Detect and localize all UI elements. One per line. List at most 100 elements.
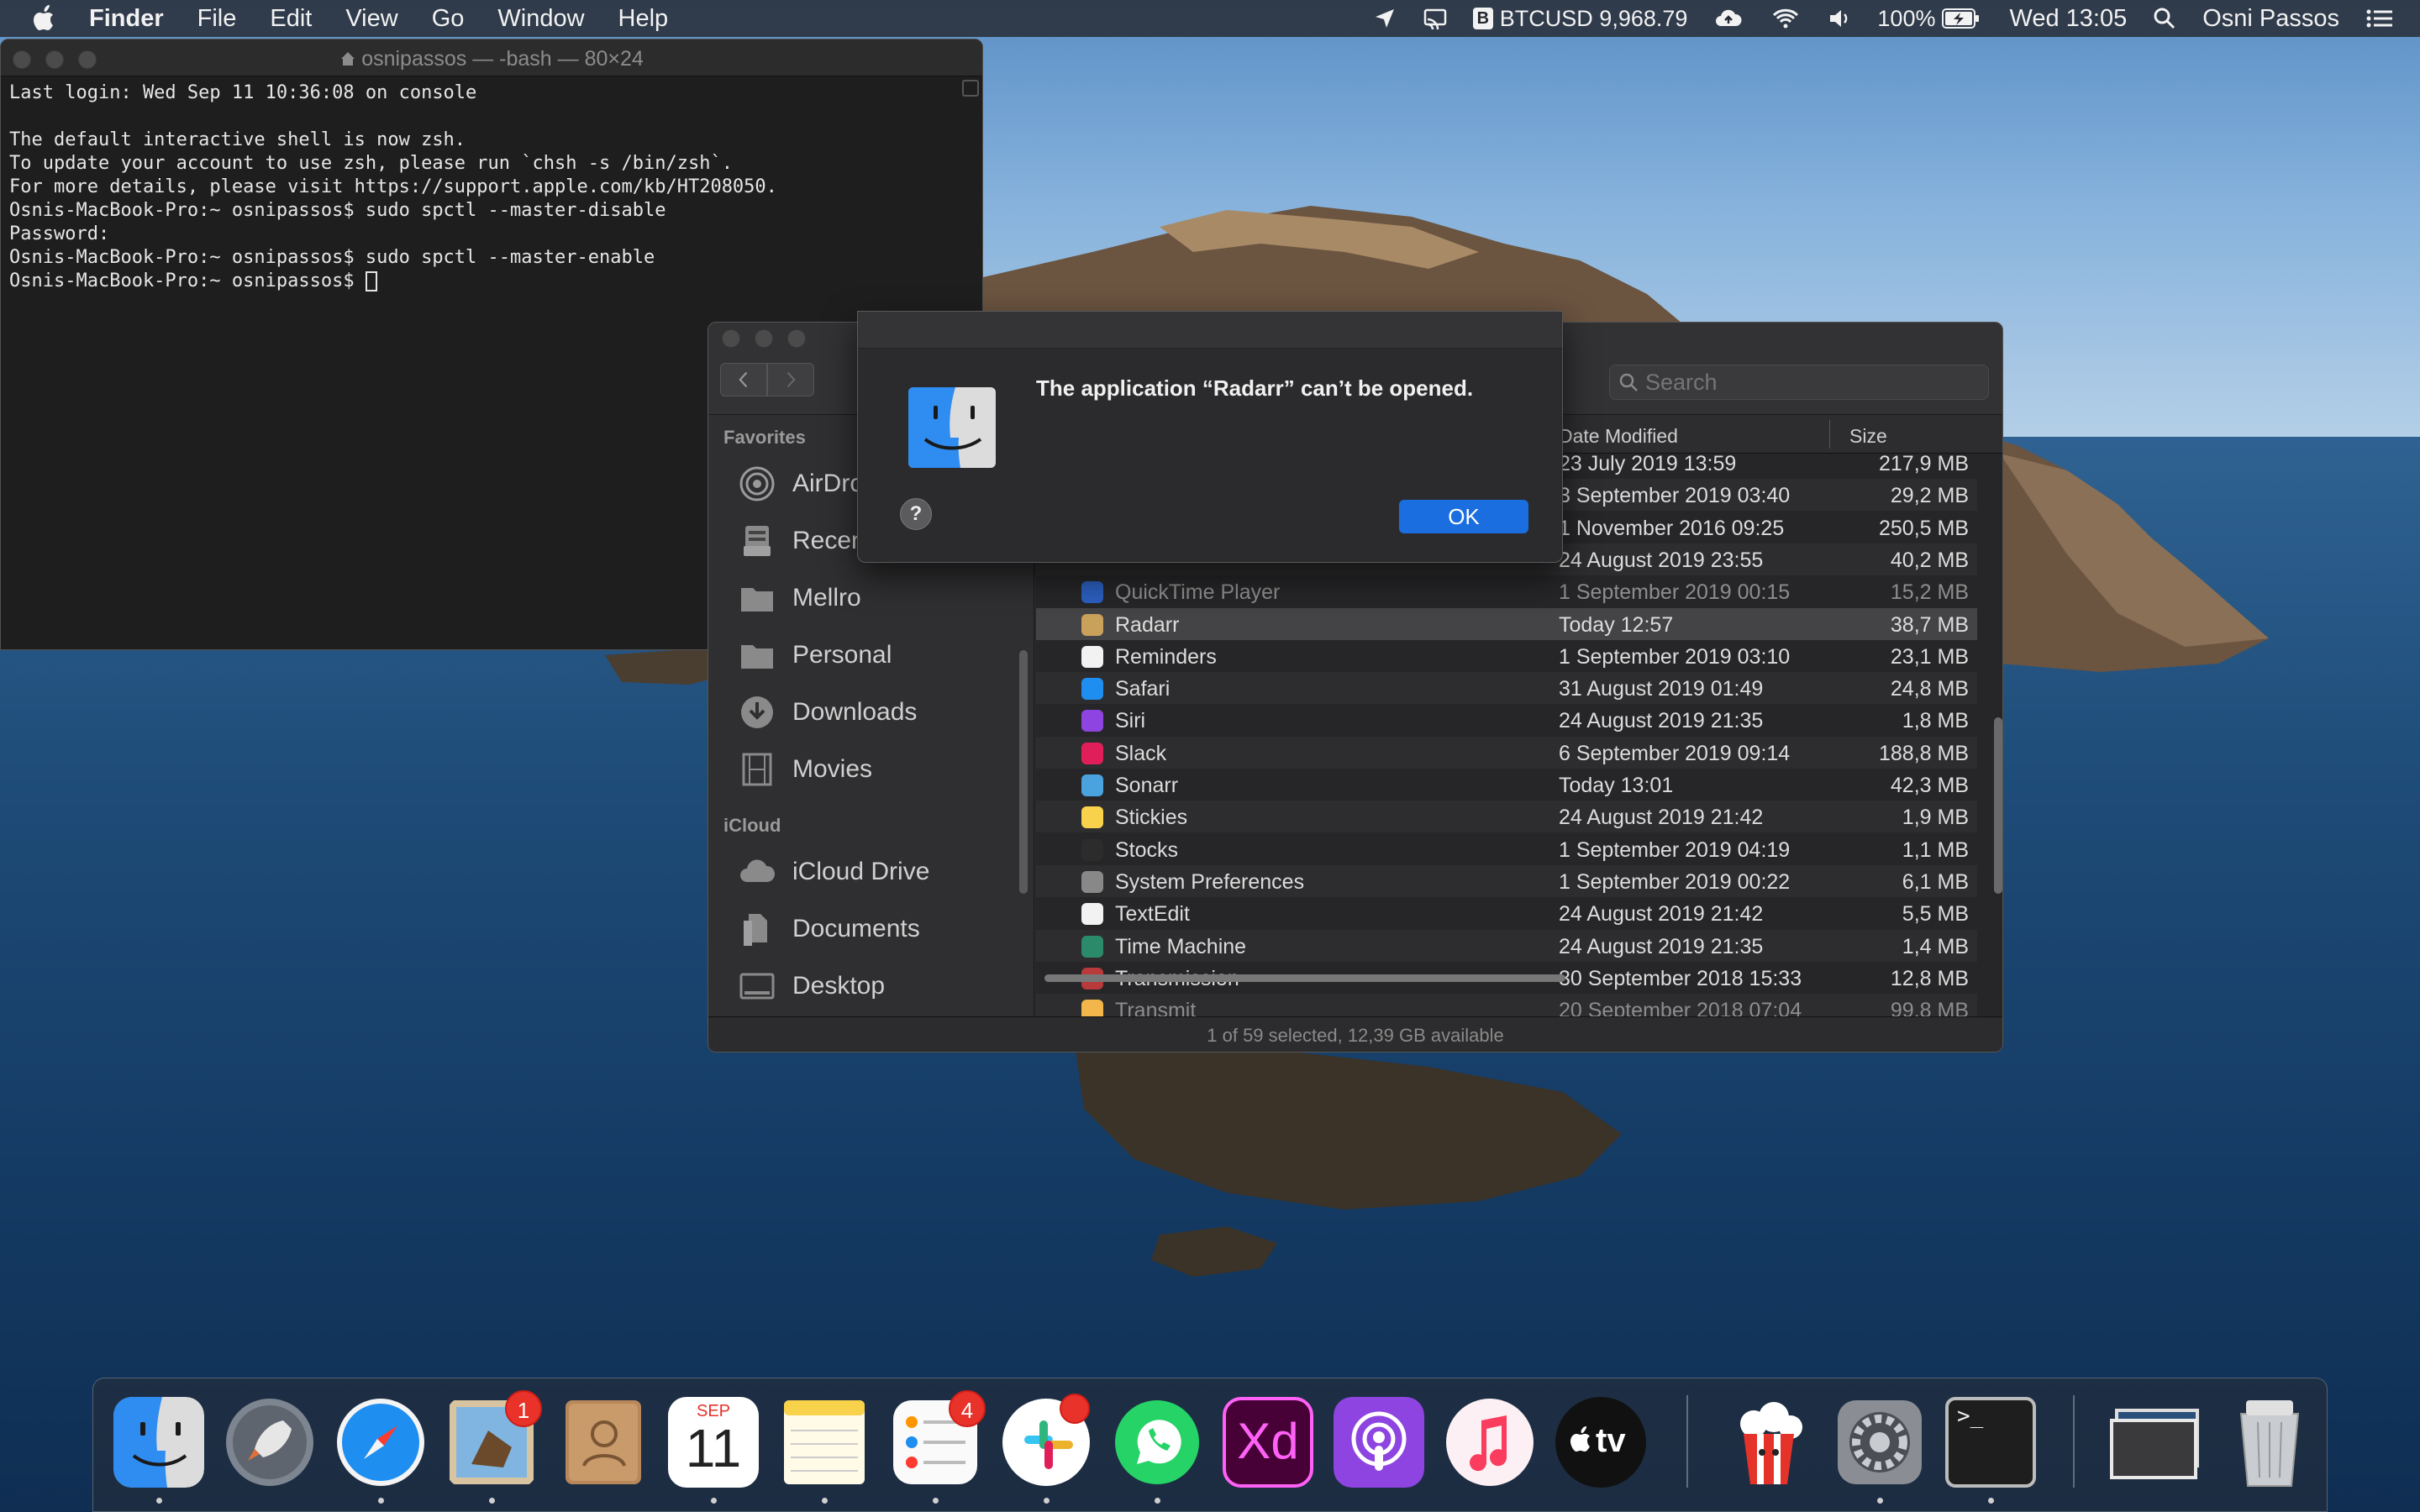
sidebar-item-label: iCloud Drive — [792, 858, 930, 885]
airplay-icon[interactable] — [1423, 6, 1448, 31]
zoom-button[interactable] — [787, 329, 806, 348]
toolbar-toggle-icon[interactable] — [962, 80, 979, 97]
sidebar-item-label: Documents — [792, 915, 920, 942]
file-row[interactable]: TextEdit 24 August 2019 21:42 5,5 MB — [1036, 897, 1977, 929]
file-row[interactable]: QuickTime Player 1 September 2019 00:15 15… — [1036, 575, 1977, 607]
file-row[interactable]: Stocks 1 September 2019 04:19 1,1 MB — [1036, 833, 1977, 865]
file-row[interactable]: Time Machine 24 August 2019 21:35 1,4 MB — [1036, 929, 1977, 962]
spotlight-search-icon[interactable] — [2152, 6, 2177, 31]
dock-notes[interactable] — [779, 1397, 870, 1504]
file-row[interactable]: Safari 31 August 2019 01:49 24,8 MB — [1036, 672, 1977, 705]
dock-slack[interactable] — [1001, 1394, 1092, 1504]
file-size: 23,1 MB — [1890, 644, 1969, 669]
search-field[interactable] — [1609, 365, 1989, 400]
dock-adobe-xd[interactable]: Xd — [1223, 1397, 1313, 1488]
btc-ticker[interactable]: B BTCUSD 9,968.79 — [1472, 6, 1687, 32]
menu-edit[interactable]: Edit — [270, 5, 312, 33]
dock-mail[interactable]: 1 — [446, 1390, 542, 1504]
dock-popcorn-time[interactable] — [1723, 1397, 1814, 1488]
battery-percent[interactable]: 100% — [1877, 6, 1935, 32]
dock-calendar[interactable]: SEP 11 — [668, 1397, 759, 1504]
dock-contacts[interactable] — [557, 1397, 648, 1488]
sidebar-item-label: Movies — [792, 755, 873, 783]
dock-trash[interactable] — [2224, 1397, 2315, 1488]
minimize-button[interactable] — [755, 329, 773, 348]
sidebar-scrollbar[interactable] — [1019, 650, 1028, 894]
apple-menu-icon[interactable] — [34, 4, 57, 33]
menu-bar: Finder File Edit View Go Window Help B B… — [0, 0, 2420, 37]
sidebar-item-movies[interactable]: Movies — [708, 741, 1034, 798]
dock-safari[interactable] — [335, 1397, 426, 1504]
file-row[interactable]: Stickies 24 August 2019 21:42 1,9 MB — [1036, 801, 1977, 833]
file-name: TextEdit — [1115, 902, 1190, 927]
cloud-upload-icon[interactable] — [1712, 6, 1744, 31]
column-header-size[interactable]: Size — [1849, 425, 1887, 448]
file-date: 1 September 2019 03:10 — [1559, 644, 1791, 669]
chevron-left-icon — [739, 371, 748, 388]
file-row[interactable]: Radarr Today 12:57 38,7 MB — [1036, 607, 1977, 640]
menu-app-name[interactable]: Finder — [89, 5, 164, 33]
dock-finder[interactable] — [113, 1397, 204, 1504]
terminal-titlebar[interactable]: osnipassos — -bash — 80×24 — [1, 39, 982, 97]
documents-icon — [744, 914, 767, 946]
menu-help[interactable]: Help — [618, 5, 669, 33]
dock-downloads-stack[interactable] — [2107, 1397, 2207, 1488]
battery-charging-icon[interactable] — [1942, 8, 1981, 29]
menu-window[interactable]: Window — [497, 5, 584, 33]
sidebar-item-personal[interactable]: Personal — [708, 627, 1034, 684]
finder-icon — [908, 387, 996, 468]
file-size: 1,1 MB — [1902, 837, 1969, 862]
file-row[interactable]: System Preferences 1 September 2019 00:22… — [1036, 864, 1977, 897]
notification-center-icon[interactable] — [2365, 6, 2395, 31]
help-button[interactable]: ? — [900, 498, 932, 530]
user-name[interactable]: Osni Passos — [2202, 5, 2339, 33]
column-header-date[interactable]: Date Modified — [1559, 425, 1678, 448]
ok-button[interactable]: OK — [1399, 500, 1528, 533]
sidebar-item-mellro[interactable]: Mellro — [708, 570, 1034, 627]
menu-go[interactable]: Go — [432, 5, 465, 33]
search-icon — [1619, 373, 1638, 391]
dock-podcasts[interactable] — [1334, 1397, 1424, 1488]
file-row[interactable]: Sonarr Today 13:01 42,3 MB — [1036, 769, 1977, 801]
terminal-prompt-line[interactable]: Osnis-MacBook-Pro:~ osnipassos$ — [9, 270, 974, 293]
dock-reminders[interactable]: 4 — [890, 1390, 986, 1504]
file-row[interactable]: Transmit 20 September 2018 07:04 99,8 MB — [1036, 994, 1977, 1016]
close-button[interactable] — [722, 329, 740, 348]
search-input[interactable] — [1645, 369, 1965, 396]
dock-music[interactable] — [1444, 1397, 1535, 1488]
sidebar-item-desktop[interactable]: Desktop — [708, 958, 1034, 1015]
rocket-icon — [226, 1399, 313, 1486]
dock-terminal[interactable]: >_ — [1945, 1397, 2036, 1504]
sidebar-item-downloads[interactable]: Downloads — [708, 684, 1034, 741]
forward-button[interactable] — [767, 363, 814, 396]
app-icon — [1081, 903, 1103, 926]
alert-dialog[interactable]: The application “Radarr” can’t be opened… — [857, 311, 1563, 563]
dock-whatsapp[interactable] — [1112, 1397, 1202, 1504]
clock[interactable]: Wed 13:05 — [2009, 5, 2127, 33]
dock-launchpad[interactable] — [224, 1397, 315, 1488]
sidebar-item-icloud-drive[interactable]: iCloud Drive — [708, 843, 1034, 900]
location-arrow-icon[interactable] — [1372, 6, 1397, 31]
file-row[interactable]: Slack 6 September 2019 09:14 188,8 MB — [1036, 736, 1977, 769]
wifi-icon[interactable] — [1770, 6, 1802, 31]
file-name: Reminders — [1115, 644, 1217, 669]
dock-apple-tv[interactable]: tv — [1555, 1397, 1646, 1488]
menu-view[interactable]: View — [345, 5, 397, 33]
horizontal-scrollbar[interactable] — [1044, 974, 1565, 982]
folder-icon — [741, 588, 773, 612]
vertical-scrollbar[interactable] — [1994, 717, 2002, 894]
dock-system-preferences[interactable] — [1834, 1397, 1925, 1504]
file-row[interactable]: Siri 24 August 2019 21:35 1,8 MB — [1036, 704, 1977, 736]
text-cursor — [365, 271, 377, 291]
terminal-output[interactable]: Last login: Wed Sep 11 10:36:08 on conso… — [1, 76, 982, 298]
file-size: 250,5 MB — [1878, 516, 1969, 540]
column-divider[interactable] — [1829, 420, 1830, 449]
file-size: 12,8 MB — [1890, 966, 1969, 990]
menu-file[interactable]: File — [197, 5, 237, 33]
sidebar-item-documents[interactable]: Documents — [708, 900, 1034, 958]
file-row[interactable]: Reminders 1 September 2019 03:10 23,1 MB — [1036, 640, 1977, 672]
back-button[interactable] — [720, 363, 767, 396]
file-size: 42,3 MB — [1890, 774, 1969, 797]
volume-icon[interactable] — [1827, 6, 1852, 31]
